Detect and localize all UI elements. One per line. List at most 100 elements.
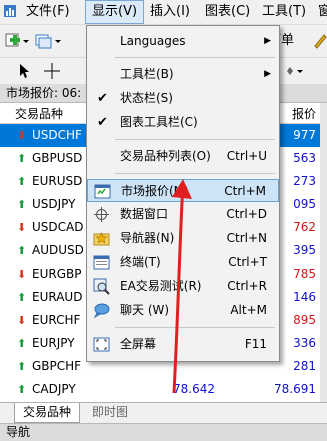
profiles-icon bbox=[35, 34, 61, 49]
menu-separator bbox=[115, 139, 275, 140]
menu-item-market-watch-label: 市场报价(M) bbox=[121, 184, 189, 198]
menu-item-statusbar[interactable]: ✔ 状态栏(S) bbox=[87, 87, 279, 110]
menu-item-terminal-label: 终端(T) bbox=[120, 255, 161, 269]
menu-item-statusbar-label: 状态栏(S) bbox=[120, 91, 173, 105]
crosshair-button[interactable] bbox=[42, 61, 62, 81]
magnifier-icon bbox=[93, 278, 110, 295]
symbol-cell: EURUSD bbox=[32, 174, 83, 189]
ask-cell: 785 bbox=[293, 266, 316, 281]
menu-insert[interactable]: 插入(I) bbox=[144, 0, 196, 24]
menubar: 文件(F) 显示(V) 插入(I) 图表(C) 工具(T) 窗 bbox=[0, 0, 327, 25]
menu-item-chat-shortcut: Alt+M bbox=[230, 303, 267, 317]
menu-item-navigator-shortcut: Ctrl+N bbox=[226, 231, 267, 245]
arrow-down-icon: ⬇ bbox=[17, 221, 27, 235]
menu-item-toolbars-label: 工具栏(B) bbox=[120, 67, 174, 81]
menu-item-strategy-tester-shortcut: Ctrl+R bbox=[227, 279, 267, 293]
ask-cell: 146 bbox=[293, 289, 316, 304]
menu-item-chat[interactable]: 聊天 (W) Alt+M bbox=[87, 299, 279, 322]
menu-tools[interactable]: 工具(T) bbox=[256, 0, 312, 24]
menu-window[interactable]: 窗 bbox=[312, 0, 327, 24]
arrow-down-icon: ⬇ bbox=[17, 313, 27, 327]
menu-item-data-window-shortcut: Ctrl+D bbox=[226, 207, 267, 221]
pencil-button[interactable] bbox=[312, 29, 327, 51]
chat-bubble-icon bbox=[93, 303, 110, 319]
fullscreen-icon bbox=[93, 337, 110, 352]
menu-item-languages-label: Languages bbox=[120, 34, 186, 48]
menu-item-chart-toolbar[interactable]: ✔ 图表工具栏(C) bbox=[87, 111, 279, 134]
menu-item-symbols[interactable]: 交易品种列表(O) Ctrl+U bbox=[87, 145, 279, 168]
menu-separator bbox=[115, 57, 275, 58]
tab-tick-chart[interactable]: 即时图 bbox=[84, 403, 136, 422]
submenu-arrow-icon: ▶ bbox=[264, 36, 271, 46]
menu-item-chart-toolbar-label: 图表工具栏(C) bbox=[120, 115, 198, 129]
symbol-cell: AUDUSD bbox=[32, 243, 84, 258]
terminal-icon bbox=[93, 255, 110, 270]
submenu-arrow-icon: ▶ bbox=[264, 69, 271, 79]
ask-cell: 336 bbox=[293, 335, 316, 350]
menu-charts[interactable]: 图表(C) bbox=[199, 0, 256, 24]
menu-item-terminal[interactable]: 终端(T) Ctrl+T bbox=[87, 251, 279, 274]
ask-cell: 281 bbox=[293, 358, 316, 373]
ask-cell: 977 bbox=[293, 128, 316, 142]
arrow-up-icon: ⬆ bbox=[17, 336, 27, 350]
symbol-cell: EURGBP bbox=[32, 266, 82, 281]
menu-item-fullscreen-label: 全屏幕 bbox=[120, 337, 157, 351]
menu-item-data-window-label: 数据窗口 bbox=[120, 207, 169, 221]
bid-cell: 78.642 bbox=[173, 382, 215, 397]
menu-item-terminal-shortcut: Ctrl+T bbox=[228, 255, 267, 269]
symbol-cell: EURCHF bbox=[32, 312, 81, 327]
arrow-up-icon: ⬆ bbox=[17, 244, 27, 258]
menu-item-toolbars[interactable]: 工具栏(B) ▶ bbox=[87, 63, 279, 86]
menu-separator bbox=[115, 173, 275, 174]
ask-cell: 563 bbox=[293, 151, 316, 166]
view-menu-dropdown: Languages ▶ 工具栏(B) ▶ ✔ 状态栏(S) ✔ 图表工具栏(C)… bbox=[86, 25, 280, 362]
cursor-button[interactable] bbox=[14, 61, 34, 81]
shapes-button[interactable] bbox=[284, 61, 308, 81]
menu-view[interactable]: 显示(V) bbox=[85, 0, 145, 24]
ask-cell: 095 bbox=[293, 197, 316, 212]
checkmark-icon: ✔ bbox=[97, 91, 108, 106]
menu-file[interactable]: 文件(F) bbox=[20, 0, 76, 24]
symbol-cell: CADJPY bbox=[32, 382, 76, 397]
arrow-up-icon: ⬆ bbox=[17, 290, 27, 304]
pencil-icon bbox=[314, 34, 327, 49]
symbol-cell: USDCAD bbox=[32, 220, 84, 235]
market-watch-title: 市场报价: 06: bbox=[6, 86, 82, 100]
menu-separator bbox=[115, 327, 275, 328]
menu-item-symbols-shortcut: Ctrl+U bbox=[226, 149, 267, 163]
market-watch-icon bbox=[94, 184, 111, 199]
ask-cell: 895 bbox=[293, 312, 316, 327]
symbol-cell: USDCHF bbox=[32, 128, 82, 142]
crosshair-icon bbox=[44, 63, 60, 79]
tab-symbols[interactable]: 交易品种 bbox=[14, 403, 81, 423]
cursor-icon bbox=[20, 64, 29, 78]
app-icon bbox=[4, 5, 16, 17]
column-symbol[interactable]: 交易品种 bbox=[15, 105, 63, 122]
column-ask[interactable]: 报价 bbox=[292, 105, 316, 122]
profiles-button[interactable] bbox=[34, 31, 76, 51]
symbol-cell: GBPUSD bbox=[32, 151, 83, 166]
menu-item-chat-label: 聊天 (W) bbox=[120, 303, 170, 317]
market-watch-tabs: 交易品种 即时图 bbox=[0, 402, 327, 423]
menu-item-market-watch-shortcut: Ctrl+M bbox=[224, 184, 266, 198]
ask-cell: 78.691 bbox=[274, 382, 316, 397]
navigator-title: 导航 bbox=[6, 425, 31, 439]
ask-cell: 273 bbox=[293, 174, 316, 189]
menu-item-data-window[interactable]: 数据窗口 Ctrl+D bbox=[87, 203, 279, 226]
checkmark-icon: ✔ bbox=[97, 115, 108, 130]
market-watch-scrollbar[interactable] bbox=[320, 103, 327, 402]
table-row[interactable]: ⬆ CADJPY 78.642 78.691 bbox=[0, 378, 320, 401]
ask-cell: 395 bbox=[293, 243, 316, 258]
menu-item-navigator[interactable]: 导航器(N) Ctrl+N bbox=[87, 227, 279, 250]
menu-item-market-watch[interactable]: 市场报价(M) Ctrl+M bbox=[87, 179, 279, 202]
new-chart-icon bbox=[5, 33, 29, 47]
star-folder-icon bbox=[93, 232, 110, 246]
menu-item-strategy-tester[interactable]: EA交易测试(R) Ctrl+R bbox=[87, 275, 279, 298]
menu-item-languages[interactable]: Languages ▶ bbox=[87, 30, 279, 53]
new-chart-button[interactable] bbox=[4, 31, 30, 51]
arrow-up-icon: ⬆ bbox=[17, 359, 27, 373]
symbol-cell: EURAUD bbox=[32, 289, 83, 304]
menu-item-fullscreen[interactable]: 全屏幕 F11 bbox=[87, 333, 279, 356]
symbol-cell: EURJPY bbox=[32, 335, 75, 350]
arrow-up-icon: ⬆ bbox=[17, 383, 27, 397]
